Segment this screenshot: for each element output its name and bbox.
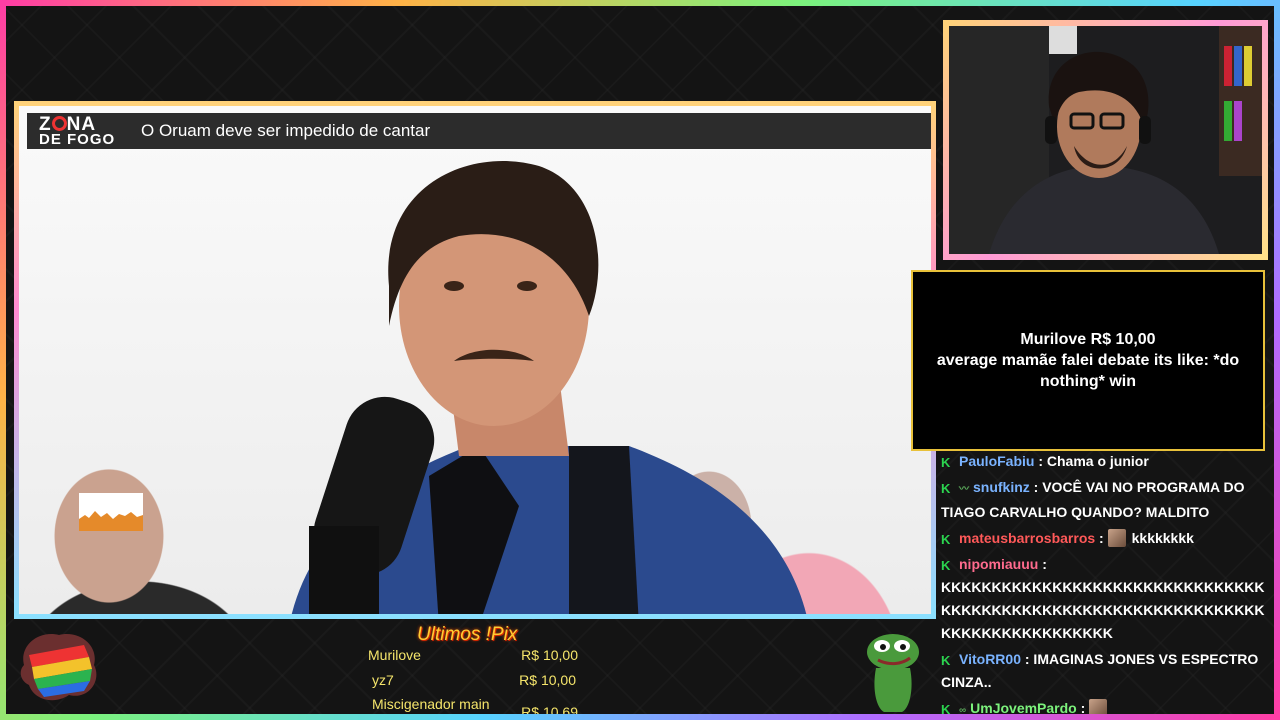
kick-badge-icon: K [941, 558, 951, 573]
webcam-feed [943, 20, 1268, 260]
chat-text: : Chama o junior [1034, 453, 1149, 469]
face-emote-icon [1107, 529, 1126, 547]
pix-amount: R$ 10,00 [519, 672, 576, 688]
rainbow-brain-icon [20, 634, 97, 701]
chat-text: kkkkkkkk [1131, 530, 1194, 546]
streamer-figure [949, 26, 1262, 254]
chat-text: : [1095, 530, 1108, 546]
pix-row: Miscigenador main R$ 10,69 [372, 696, 578, 720]
chat-text: : [1076, 700, 1090, 716]
recent-pix-panel: Ultimos !Pix Murilove R$ 10,00 yz7 R$ 10… [360, 622, 590, 720]
pix-row: Murilove R$ 10,00 [368, 647, 578, 663]
audio-visualizer-widget [79, 493, 143, 531]
face-emote-icon [1089, 699, 1108, 717]
pix-row: yz7 R$ 10,00 [372, 672, 576, 688]
kick-badge-icon: K [941, 532, 951, 547]
chat-username[interactable]: snufkinz [973, 479, 1030, 495]
chat-message: K PauloFabiu : Chama o junior [941, 450, 1273, 473]
kick-badge-icon: K [941, 481, 951, 496]
alert-message: average mamãe falei debate its like: *do… [936, 352, 1240, 390]
main-video-frame: Z NA DE FOGO O Oruam deve ser impedido de… [14, 101, 936, 619]
alert-donor-line: Murilove R$ 10,00 [1020, 331, 1156, 348]
kick-badge-icon: K [941, 653, 951, 668]
chat-message: Kmateusbarrosbarros : kkkkkkkk [941, 527, 1273, 550]
pix-donor: Murilove [368, 647, 421, 663]
chat-username[interactable]: nipomiauuu [959, 556, 1038, 572]
kick-badge-icon: K [941, 702, 951, 717]
chat-username[interactable]: UmJovemPardo [970, 700, 1077, 716]
pix-donor: Miscigenador main [372, 696, 490, 712]
pix-alert-box: Murilove R$ 10,00 average mamãe falei de… [911, 270, 1265, 451]
target-icon [51, 115, 67, 131]
zona-de-fogo-logo: Z NA DE FOGO [39, 113, 116, 148]
chat-username[interactable]: mateusbarrosbarros [959, 530, 1095, 546]
obscured-caption [958, 251, 1228, 261]
chat-message: K VitoRR00 : IMAGINAS JONES VS ESPECTRO C… [941, 648, 1273, 694]
kick-badge-icon: K [941, 455, 951, 470]
video-title: O Oruam deve ser impedido de cantar [141, 121, 431, 140]
chat-message: K ∞ UmJovemPardo : [941, 697, 1273, 720]
sub-badge-icon: ∞ [959, 705, 967, 716]
speaker-figure [291, 161, 807, 614]
chat-username[interactable]: PauloFabiu [959, 453, 1034, 469]
chat-username[interactable]: VitoRR00 [959, 651, 1021, 667]
sub-badge-icon: 〰 [959, 484, 969, 495]
pepe-frog-icon [867, 634, 919, 712]
chat-message: K 〰 snufkinz : VOCÊ VAI NO PROGRAMA DO TIA… [941, 476, 1273, 524]
video-title-bar: Z NA DE FOGO O Oruam deve ser impedido de… [27, 113, 931, 149]
pix-title: Ultimos !Pix [417, 624, 518, 645]
pix-donor: yz7 [372, 672, 394, 688]
pix-amount: R$ 10,69 [521, 704, 578, 720]
chat-panel: K PauloFabiu : Chama o junior K 〰 snufkinz … [941, 450, 1273, 720]
pix-amount: R$ 10,00 [521, 647, 578, 663]
chat-message: Knipomiauuu : KKKKKKKKKKKKKKKKKKKKKKKKKK… [941, 553, 1273, 645]
